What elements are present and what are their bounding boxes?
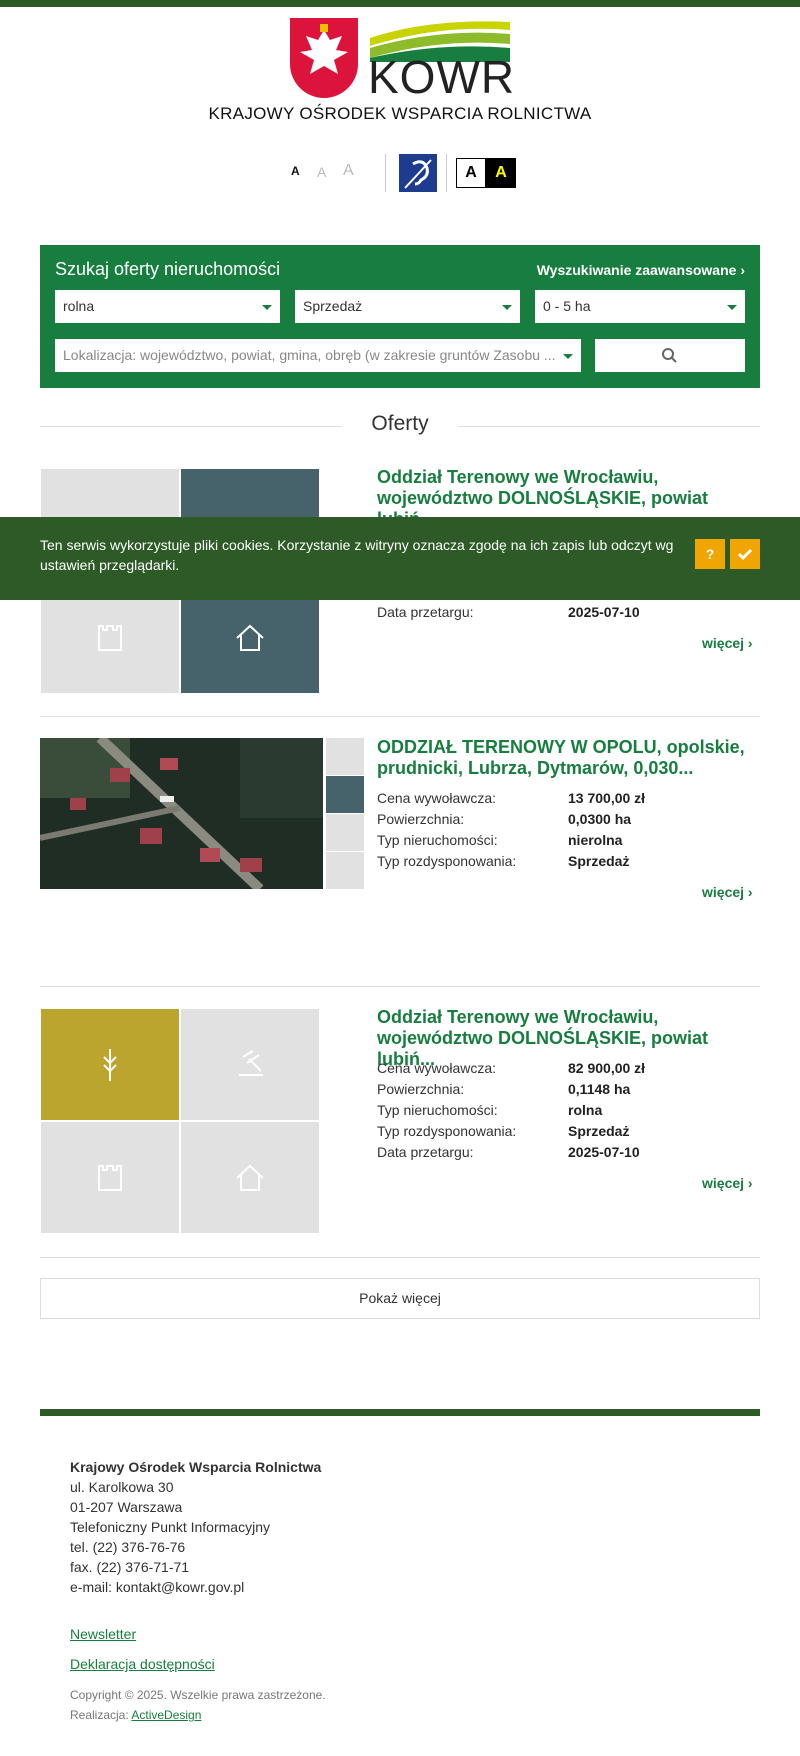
caret-down-icon (563, 354, 573, 359)
wheat-icon (103, 1049, 117, 1081)
offer-value: nierolna (568, 832, 623, 848)
search-button[interactable] (595, 339, 745, 372)
tile-castle (41, 1122, 179, 1233)
mini-tile-castle (326, 814, 364, 851)
offer-label: Cena wywoławcza: (377, 790, 497, 806)
offer-value: 82 900,00 zł (568, 1060, 646, 1076)
offer-label: Typ nieruchomości: (377, 1102, 498, 1118)
offer-label: Powierzchnia: (377, 811, 465, 827)
caret-down-icon (262, 305, 272, 310)
offer-label: Data przetargu: (377, 1144, 474, 1160)
footer-org-name: Krajowy Ośrodek Wsparcia Rolnictwa (70, 1459, 322, 1475)
more-link[interactable]: więcej › (702, 1175, 753, 1191)
offer-label: Data przetargu: (377, 604, 474, 620)
copyright: Copyright © 2025. Wszelkie prawa zastrze… (70, 1688, 326, 1702)
offer-label: Powierzchnia: (377, 1081, 465, 1097)
tile-auction (181, 1009, 319, 1120)
footer-address: Krajowy Ośrodek Wsparcia Rolnictwa ul. K… (70, 1457, 321, 1597)
footer-line: e-mail: kontakt@kowr.gov.pl (70, 1579, 245, 1595)
offer-value: 2025-07-10 (568, 604, 640, 620)
advanced-search-link[interactable]: Wyszukiwanie zaawansowane › (537, 262, 745, 278)
mini-tile-auction (326, 776, 364, 813)
gavel-icon (239, 1050, 263, 1076)
divider (40, 1257, 760, 1258)
disposal-type-value: Sprzedaż (303, 298, 363, 314)
property-type-select[interactable]: rolna (55, 290, 280, 323)
footer-line: fax. (22) 376-71-71 (70, 1559, 190, 1575)
more-label: więcej (702, 1175, 745, 1191)
location-input[interactable]: Lokalizacja: województwo, powiat, gmina,… (55, 339, 581, 372)
poland-emblem-icon (290, 18, 358, 98)
cookie-help-button[interactable]: ? (695, 539, 725, 569)
font-small-button[interactable]: A (291, 164, 300, 178)
logo-text: KOWR (368, 51, 516, 103)
cookie-text: Ten serwis wykorzystuje pliki cookies. K… (40, 537, 674, 573)
footer-bar (40, 1409, 760, 1416)
more-label: więcej (702, 635, 745, 651)
accessibility-link[interactable]: Deklaracja dostępności (70, 1656, 215, 1672)
satellite-map-image (40, 738, 323, 889)
search-title: Szukaj oferty nieruchomości (55, 259, 281, 279)
divider (385, 154, 386, 192)
realization: Realizacja: ActiveDesign (70, 1708, 201, 1722)
offer-value: rolna (568, 1102, 603, 1118)
ear-icon (404, 159, 432, 189)
footer-line: tel. (22) 376-76-76 (70, 1539, 186, 1555)
cookie-banner: Ten serwis wykorzystuje pliki cookies. K… (0, 517, 800, 600)
footer-line: Telefoniczny Punkt Informacyjny (70, 1519, 270, 1535)
caret-down-icon (727, 305, 737, 310)
location-placeholder: Lokalizacja: województwo, powiat, gmina,… (63, 347, 556, 363)
search-icon (662, 348, 677, 363)
divider (458, 426, 760, 427)
kowr-logo[interactable]: KOWR (290, 18, 514, 100)
font-large-button[interactable]: A (343, 162, 354, 180)
show-more-button[interactable]: Pokaż więcej (40, 1278, 760, 1319)
disposal-type-select[interactable]: Sprzedaż (295, 290, 520, 323)
area-select[interactable]: 0 - 5 ha (535, 290, 745, 323)
footer-line: 01-207 Warszawa (70, 1499, 183, 1515)
footer-line: ul. Karolkowa 30 (70, 1479, 174, 1495)
offer-value: 13 700,00 zł (568, 790, 646, 806)
divider (40, 716, 760, 717)
activedesign-link[interactable]: ActiveDesign (131, 1708, 201, 1722)
offer-value: Sprzedaż (568, 853, 630, 869)
top-bar (0, 0, 800, 7)
offer-value: Sprzedaż (568, 1123, 630, 1139)
mini-tile-agricultural (326, 738, 364, 775)
sign-language-button[interactable] (399, 154, 437, 192)
area-value: 0 - 5 ha (543, 298, 591, 314)
mini-tile-building (326, 852, 364, 889)
more-label: więcej (702, 884, 745, 900)
house-icon (236, 1164, 264, 1191)
divider (40, 986, 760, 987)
advanced-search-label: Wyszukiwanie zaawansowane (536, 262, 737, 278)
cookie-accept-button[interactable] (730, 539, 760, 569)
offer-value: 0,0300 ha (568, 811, 632, 827)
more-link[interactable]: więcej › (702, 635, 753, 651)
chevron-right-icon: › (740, 262, 745, 278)
offer-title[interactable]: ODDZIAŁ TERENOWY W OPOLU, opolskie, prud… (377, 737, 762, 779)
contrast-normal-button[interactable]: A (456, 158, 486, 188)
search-panel: Szukaj oferty nieruchomości Wyszukiwanie… (40, 245, 760, 388)
offer-label: Cena wywoławcza: (377, 1060, 497, 1076)
check-icon (737, 548, 753, 561)
caret-down-icon (502, 305, 512, 310)
offer-value: 2025-07-10 (568, 1144, 640, 1160)
font-medium-button[interactable]: A (317, 164, 326, 180)
org-name: KRAJOWY OŚRODEK WSPARCIA ROLNICTWA (208, 104, 592, 123)
more-link[interactable]: więcej › (702, 884, 753, 900)
tile-building (181, 1122, 319, 1233)
divider (446, 154, 447, 192)
offers-heading: Oferty (371, 412, 429, 435)
offer-label: Typ rozdysponowania: (377, 853, 517, 869)
contrast-high-button[interactable]: A (486, 158, 516, 188)
castle-icon (98, 1165, 122, 1191)
realization-label: Realizacja: (70, 1708, 129, 1722)
tile-agricultural (41, 1009, 179, 1120)
property-type-value: rolna (63, 298, 95, 314)
offer-value: 0,1148 ha (568, 1081, 631, 1097)
offer-label: Typ rozdysponowania: (377, 1123, 517, 1139)
offer-label: Typ nieruchomości: (377, 832, 498, 848)
newsletter-link[interactable]: Newsletter (70, 1626, 136, 1642)
